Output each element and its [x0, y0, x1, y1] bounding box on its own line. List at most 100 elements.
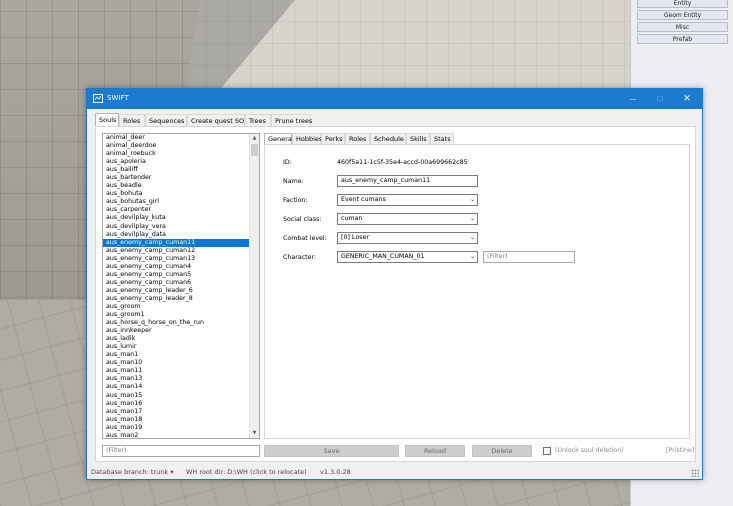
id-label: ID: [283, 159, 292, 166]
soul-list-items: animal_deer animal_deerdoe animal_roebuck a… [103, 134, 259, 438]
tab-stats[interactable]: Stats [430, 133, 454, 144]
soul-list-item[interactable]: aus_horse_q_horse_on_the_run [103, 319, 259, 327]
soul-list-item[interactable]: aus_enemy_camp_cuman4 [103, 263, 259, 271]
tab-detail-roles[interactable]: Roles [345, 133, 370, 144]
tab-perks[interactable]: Perks [321, 133, 345, 144]
soul-list-item[interactable]: aus_beadle [103, 182, 259, 190]
soul-list-item[interactable]: animal_roebuck [103, 150, 259, 158]
unlock-deletion-checkbox[interactable] [543, 447, 551, 455]
tab-skills[interactable]: Skills [406, 133, 430, 144]
combat-level-select[interactable]: [0] Loser ⌄ [337, 232, 478, 244]
faction-select-value: Event cumans [341, 196, 386, 203]
geom-entity-button[interactable]: Geom Entity [637, 10, 728, 20]
soul-list-item[interactable]: aus_devilplay_vera [103, 223, 259, 231]
soul-list-item[interactable]: aus_enemy_camp_leader_8 [103, 295, 259, 303]
version-label: v1.3.0.28 [320, 468, 351, 476]
soul-list-item[interactable]: aus_man14 [103, 383, 259, 391]
soul-list-item[interactable]: aus_man13 [103, 375, 259, 383]
soul-list-item[interactable]: animal_deer [103, 134, 259, 142]
resize-grip-icon[interactable] [691, 469, 699, 477]
scroll-up-icon[interactable]: ▲ [250, 134, 259, 143]
soul-list-item[interactable]: aus_man1 [103, 351, 259, 359]
chevron-down-icon: ⌄ [469, 215, 475, 222]
soul-list-item[interactable]: aus_enemy_camp_cuman12 [103, 247, 259, 255]
soul-list-item[interactable]: aus_man10 [103, 359, 259, 367]
soul-list-item[interactable]: aus_man11 [103, 367, 259, 375]
social-class-select[interactable]: cuman ⌄ [337, 213, 478, 225]
soul-list-item[interactable]: aus_apoleria [103, 158, 259, 166]
soul-list-item[interactable]: aus_man15 [103, 392, 259, 400]
soul-list-item[interactable]: aus_bohuta [103, 190, 259, 198]
faction-select[interactable]: Event cumans ⌄ [337, 194, 478, 206]
soul-list-item[interactable]: aus_bartender [103, 174, 259, 182]
scroll-down-icon[interactable]: ▼ [250, 429, 259, 438]
save-button[interactable]: Save [264, 445, 399, 457]
soul-list-item[interactable]: aus_ladik [103, 335, 259, 343]
id-value: 460f5a11-1c5f-35e4-accd-00a699662c85 [337, 159, 468, 166]
name-label: Name: [283, 178, 304, 185]
character-select-value: GENERIC_MAN_CUMAN_01 [341, 253, 425, 260]
branch-selector[interactable]: Database branch: trunk ▾ [91, 468, 174, 476]
soul-list-item[interactable]: aus_lumir [103, 343, 259, 351]
combat-level-label: Combat level: [283, 235, 327, 242]
app-icon [93, 94, 103, 103]
minimize-button[interactable]: — [620, 91, 646, 107]
social-class-label: Social class: [283, 216, 322, 223]
reload-button[interactable]: Reload [405, 445, 465, 457]
soul-list-item[interactable]: aus_groom1 [103, 311, 259, 319]
soul-list-item[interactable]: aus_bailiff [103, 166, 259, 174]
title-bar[interactable]: SWIFT — ☐ ✕ [87, 89, 702, 109]
prefab-button[interactable]: Prefab [637, 34, 728, 44]
misc-button[interactable]: Misc [637, 22, 728, 32]
social-class-select-value: cuman [341, 215, 363, 222]
tab-create-quest-so[interactable]: Create quest SO [187, 114, 245, 126]
soul-list-item[interactable]: aus_man2 [103, 432, 259, 438]
tab-hobbies[interactable]: Hobbies [292, 133, 322, 144]
soul-list-item[interactable]: aus_groom [103, 303, 259, 311]
root-dir-link[interactable]: WH root dir: D:\WH (click to relocate) [186, 468, 307, 476]
tab-trees[interactable]: Trees [245, 114, 271, 126]
character-select[interactable]: GENERIC_MAN_CUMAN_01 ⌄ [337, 251, 478, 263]
chevron-down-icon: ⌄ [469, 253, 475, 260]
unlock-deletion-label[interactable]: (Unlock soul deletion) [555, 447, 624, 454]
name-field[interactable]: aus_enemy_camp_cuman11 [337, 175, 478, 187]
tab-prune-trees[interactable]: Prune trees [271, 114, 312, 126]
soul-list-item[interactable]: aus_innkeeper [103, 327, 259, 335]
tab-souls[interactable]: Souls [95, 113, 119, 126]
soul-list-item[interactable]: aus_bohutas_girl [103, 198, 259, 206]
status-bar: Database branch: trunk ▾ WH root dir: D:… [87, 465, 702, 479]
scroll-thumb[interactable] [251, 144, 258, 156]
tab-roles[interactable]: Roles [119, 114, 145, 126]
tab-schedule[interactable]: Schedule [370, 133, 406, 144]
soul-list-item[interactable]: aus_man17 [103, 408, 259, 416]
delete-button[interactable]: Delete [472, 445, 532, 457]
entity-button[interactable]: Entity [637, 0, 728, 8]
soul-list-item[interactable]: aus_devilplay_data [103, 231, 259, 239]
soul-list-item[interactable]: aus_enemy_camp_cuman13 [103, 255, 259, 263]
window-title: SWIFT [107, 94, 129, 102]
swift-window: SWIFT — ☐ ✕ Souls Roles Sequences Create… [86, 88, 703, 480]
soul-filter-input[interactable]: (Filter) [102, 445, 260, 457]
soul-list-item[interactable]: aus_devilplay_kuta [103, 214, 259, 222]
soul-list-item[interactable]: aus_enemy_camp_cuman6 [103, 279, 259, 287]
list-scrollbar[interactable]: ▲ ▼ [249, 134, 259, 438]
soul-list-item[interactable]: aus_carpenter [103, 206, 259, 214]
close-button[interactable]: ✕ [674, 91, 700, 107]
maximize-button[interactable]: ☐ [647, 91, 673, 107]
state-indicator: [Pristine] [666, 447, 695, 454]
soul-list-item[interactable]: aus_enemy_camp_leader_6 [103, 287, 259, 295]
soul-list-item[interactable]: aus_enemy_camp_cuman5 [103, 271, 259, 279]
tab-sequences[interactable]: Sequences [145, 114, 187, 126]
soul-list-item[interactable]: aus_enemy_camp_cuman11 [103, 238, 259, 247]
soul-list-item[interactable]: animal_deerdoe [103, 142, 259, 150]
faction-label: Faction: [283, 197, 308, 204]
soul-list-item[interactable]: aus_man18 [103, 416, 259, 424]
souls-tab-panel: animal_deer animal_deerdoe animal_roebuck a… [95, 126, 696, 462]
soul-list-item[interactable]: aus_man19 [103, 424, 259, 432]
soul-list[interactable]: animal_deer animal_deerdoe animal_roebuck a… [102, 133, 260, 439]
chevron-down-icon: ⌄ [469, 234, 475, 241]
tab-general[interactable]: General [264, 133, 294, 144]
character-filter-input[interactable]: (Filter) [483, 251, 575, 263]
general-panel: ID: 460f5a11-1c5f-35e4-accd-00a699662c85… [264, 144, 690, 439]
soul-list-item[interactable]: aus_man16 [103, 400, 259, 408]
